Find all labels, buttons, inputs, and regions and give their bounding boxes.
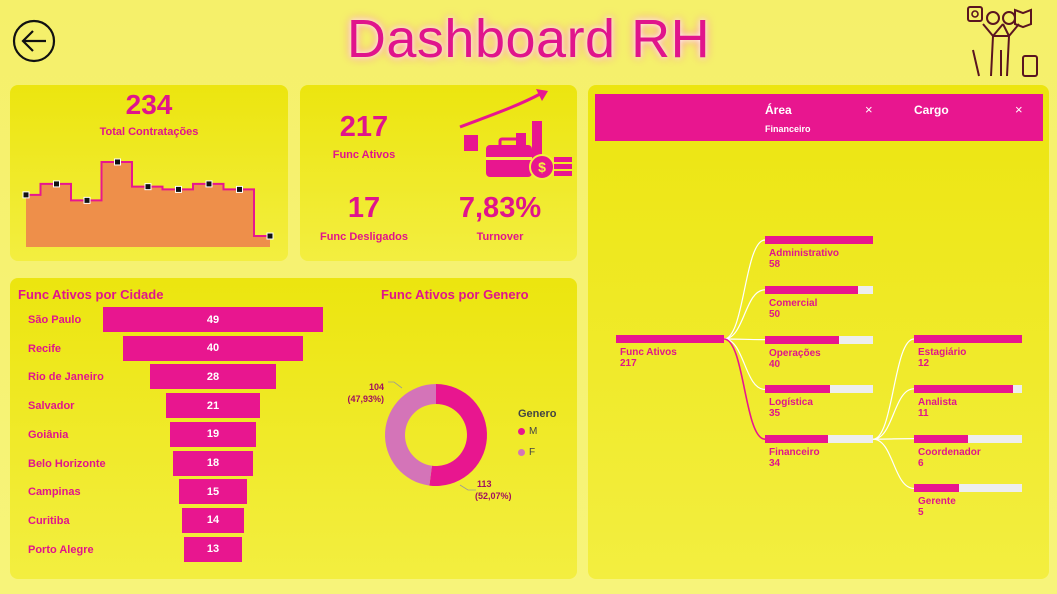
tree-area-node-bar-track[interactable] <box>765 236 873 244</box>
tree-area-node-bar-track[interactable] <box>765 435 873 444</box>
tree-link-area <box>723 338 766 341</box>
tree-area-node-value: 58 <box>769 259 781 270</box>
tree-cargo-node-bar-track[interactable] <box>914 335 1022 343</box>
tree-link-cargo <box>872 338 915 440</box>
tree-area-node-label: Operações <box>769 347 821 359</box>
tree-area-node-text: Financeiro 34 <box>769 447 820 469</box>
tree-cargo-node-label: Analista <box>918 396 957 408</box>
tree-area-node-label: Logística <box>769 397 813 409</box>
tree-cargo-node-bar <box>914 484 959 493</box>
tree-area-node-label: Administrativo <box>769 248 840 259</box>
tree-area-node-text: Comercial 50 <box>769 298 817 320</box>
tree-link-area <box>723 338 766 390</box>
tree-cargo-node-bar <box>914 434 968 443</box>
tree-cargo-node-bar <box>914 335 1022 343</box>
tree-link-area <box>723 289 766 340</box>
tree-link-cargo <box>872 438 915 489</box>
tree-root-text: Func Ativos 217 <box>620 347 677 369</box>
tree-area-node-value: 34 <box>769 458 781 470</box>
tree-area-node-label: Comercial <box>769 297 818 309</box>
tree-link-area <box>723 239 766 340</box>
tree-root-bar-track[interactable] <box>616 335 724 343</box>
tree-area-node-bar <box>765 236 873 244</box>
tree-cargo-node-value: 5 <box>918 507 924 519</box>
tree-cargo-node-text: Analista 11 <box>918 397 957 419</box>
tree-cargo-node-text: Coordenador 6 <box>918 447 981 469</box>
tree-cargo-node-bar <box>914 384 1013 393</box>
tree-cargo-node-value: 6 <box>918 457 924 469</box>
tree-area-node-bar-track[interactable] <box>765 335 873 344</box>
tree-area-node-label: Financeiro <box>769 447 820 459</box>
tree-area-node-bar <box>765 385 831 394</box>
tree-area-node-bar <box>765 285 859 294</box>
tree-link-cargo <box>872 388 915 440</box>
tree-area-node-bar-track[interactable] <box>765 385 873 394</box>
tree-cargo-node-label: Estagiário <box>918 347 967 358</box>
tree-area-node-bar-track[interactable] <box>765 285 873 294</box>
tree-root-value: 217 <box>620 358 637 369</box>
tree-area-node-text: Operações 40 <box>769 348 821 370</box>
tree-cargo-node-text: Estagiário 12 <box>918 347 966 369</box>
tree-cargo-node-value: 12 <box>918 358 930 369</box>
tree-area-node-value: 40 <box>769 358 781 370</box>
tree-area-node-bar <box>765 435 829 444</box>
tree-area-node-value: 35 <box>769 408 781 420</box>
tree-cargo-node-label: Coordenador <box>918 446 981 458</box>
tree-cargo-node-bar-track[interactable] <box>914 434 1022 443</box>
tree-link-cargo <box>872 438 915 440</box>
tree-area-node-text: Logística 35 <box>769 397 813 419</box>
tree-root-label: Func Ativos <box>620 347 677 358</box>
tree-area-node-bar <box>765 335 840 344</box>
tree-cargo-node-label: Gerente <box>918 496 956 508</box>
tree-cargo-node-bar-track[interactable] <box>914 384 1022 393</box>
tree-link-area <box>723 338 766 440</box>
tree-root-bar <box>616 335 724 343</box>
tree-connectors <box>723 239 915 489</box>
tree-cargo-node-value: 11 <box>918 407 929 419</box>
tree-area-node-text: Administrativo 58 <box>769 248 839 270</box>
tree-cargo-node-bar-track[interactable] <box>914 484 1022 493</box>
tree-cargo-node-text: Gerente 5 <box>918 496 956 518</box>
tree-area-node-value: 50 <box>769 308 781 320</box>
